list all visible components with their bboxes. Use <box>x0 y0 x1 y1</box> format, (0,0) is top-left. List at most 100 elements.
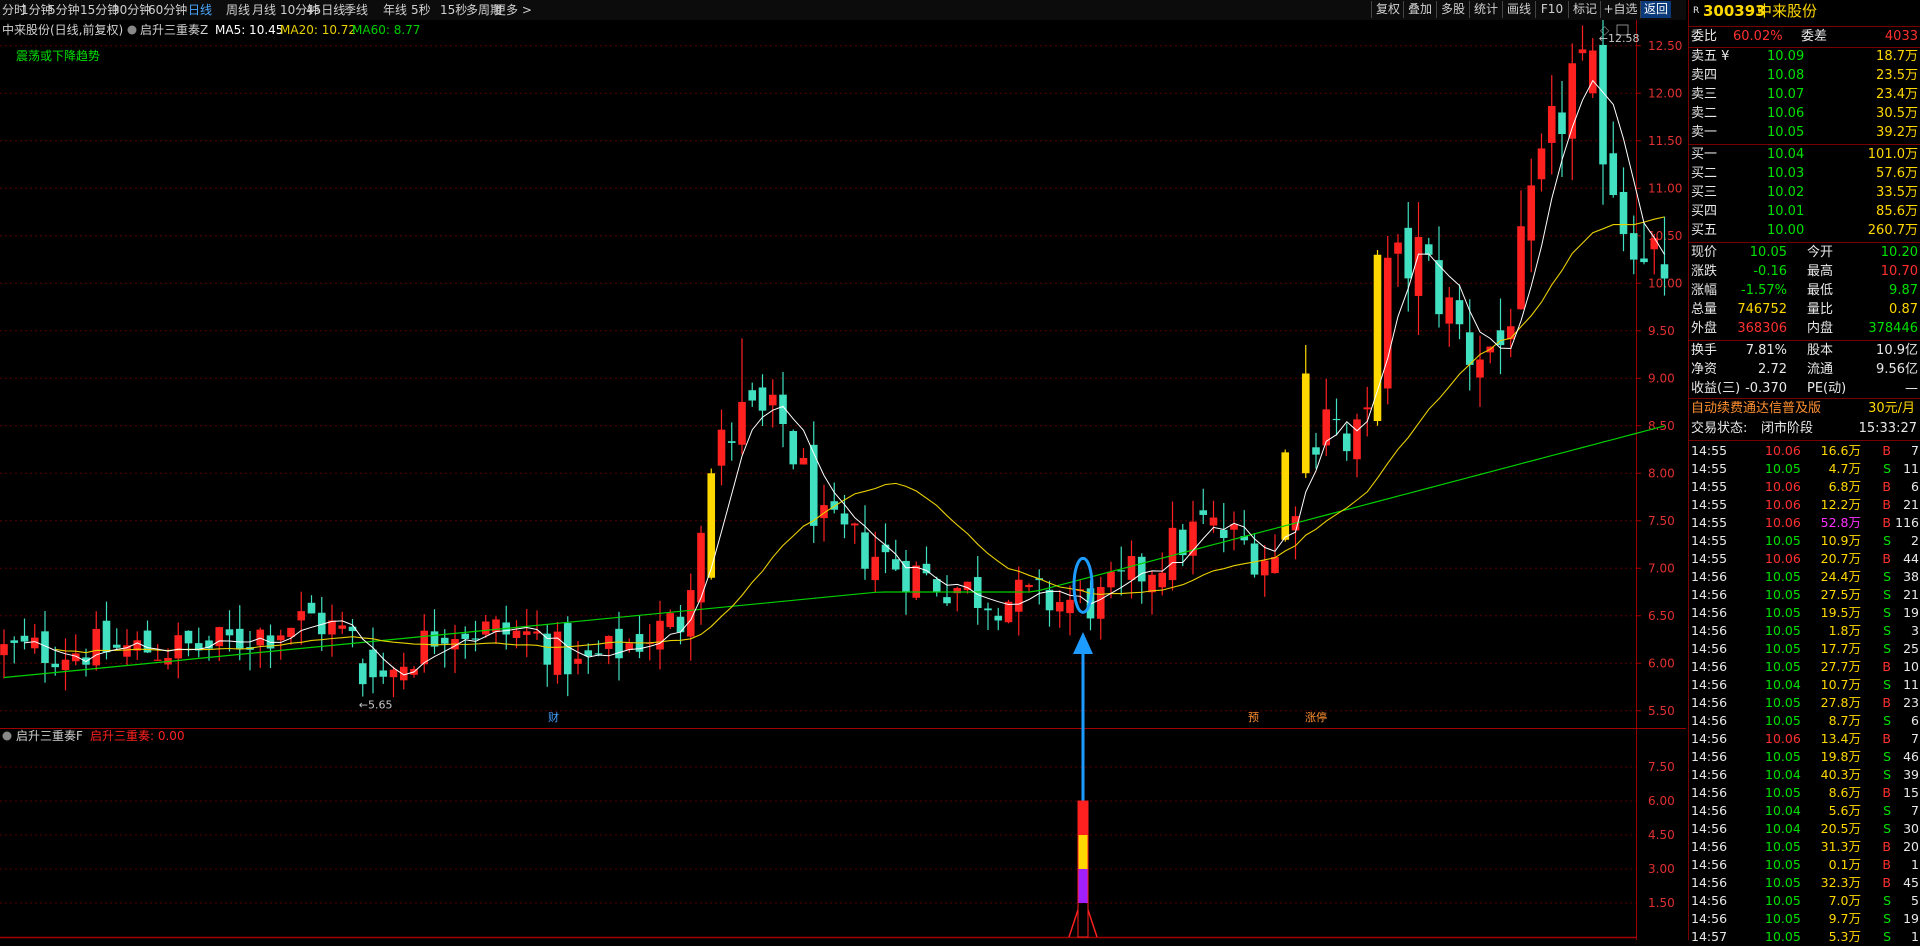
candle-body <box>1394 242 1402 254</box>
buy-level-label: 买二 <box>1691 166 1718 181</box>
price-tick-label: 8.00 <box>1648 466 1675 480</box>
tick-row: 14:55 10.06 6.8万 B 6 <box>1689 478 1920 496</box>
candle-body <box>1455 300 1464 325</box>
candle-body <box>297 611 306 621</box>
candle-body <box>738 402 746 445</box>
tick-price: 10.05 <box>1765 713 1801 728</box>
tick-direction: B <box>1882 857 1891 872</box>
candle-body <box>799 457 808 465</box>
buy-price: 10.04 <box>1767 147 1805 162</box>
weibi-label: 委比 <box>1691 29 1718 44</box>
tick-time: 14:56 <box>1691 803 1728 818</box>
tick-count: 6 <box>1911 479 1919 494</box>
candle-body <box>276 635 285 641</box>
stat-value: 9.87 <box>1889 283 1918 298</box>
candle-body <box>102 620 111 653</box>
r-icon: R <box>1693 6 1700 16</box>
tick-price: 10.04 <box>1765 767 1801 782</box>
period-tab-13[interactable]: 5秒 <box>411 2 431 18</box>
toolbar-button-7[interactable]: +自选 <box>1600 1 1640 18</box>
tick-time: 14:56 <box>1691 677 1728 692</box>
candle-body <box>1055 602 1064 612</box>
period-tab-7[interactable]: 周线 <box>226 2 250 18</box>
tick-time: 14:56 <box>1691 587 1728 602</box>
toolbar-button-3[interactable]: 统计 <box>1469 1 1502 18</box>
tick-count: 25 <box>1903 641 1919 656</box>
toolbar-button-2[interactable]: 多股 <box>1436 1 1469 18</box>
tick-volume: 20.7万 <box>1820 551 1861 566</box>
candle-body <box>92 628 101 666</box>
toolbar-button-1[interactable]: 叠加 <box>1403 1 1436 18</box>
stat-value: 10.70 <box>1880 264 1918 279</box>
tick-time: 14:57 <box>1691 929 1728 944</box>
candle-body <box>112 644 121 648</box>
price-tick-label: 5.50 <box>1648 704 1675 718</box>
stat-label: 换手 <box>1691 343 1718 358</box>
quote-stat-row: 现价 10.05 今开 10.20 <box>1689 244 1920 262</box>
tick-direction: S <box>1883 605 1891 620</box>
candle-body <box>943 597 951 604</box>
stat-value: -0.16 <box>1753 264 1787 279</box>
tick-direction: S <box>1883 587 1891 602</box>
buy-volume: 57.6万 <box>1876 166 1918 181</box>
quote-stat-row: 外盘 368306 内盘 378446 <box>1689 320 1920 338</box>
toolbar-button-5[interactable]: F10 <box>1535 1 1568 18</box>
period-tab-8[interactable]: 月线 <box>252 2 276 18</box>
candle-body <box>471 638 480 640</box>
tick-price: 10.05 <box>1765 605 1801 620</box>
quote-stat-row: 涨幅 -1.57% 最低 9.87 <box>1689 282 1920 300</box>
buy-level-label: 买五 <box>1691 223 1718 238</box>
toolbar-button-0[interactable]: 复权 <box>1371 1 1404 18</box>
tick-row: 14:56 10.05 8.6万 B 15 <box>1689 784 1920 802</box>
status-label: 交易状态: <box>1691 421 1748 436</box>
low-label: ←5.65 <box>359 699 393 712</box>
candle-body <box>440 637 449 644</box>
candle-body <box>1271 557 1279 574</box>
chart-area[interactable]: 12.50 12.00 11.50 11.00 10.50 10.00 9.50 9.00 8.… <box>0 4 1686 940</box>
tick-time: 14:56 <box>1691 821 1728 836</box>
tick-price: 10.06 <box>1765 515 1801 530</box>
tick-volume: 24.4万 <box>1820 569 1861 584</box>
toolbar-button-4[interactable]: 画线 <box>1502 1 1535 18</box>
kline-chart[interactable]: 12.5012.0011.5011.0010.5010.009.509.008.… <box>0 4 1686 940</box>
tick-count: 19 <box>1903 605 1919 620</box>
period-tab-14[interactable]: 15秒 <box>440 2 467 18</box>
period-tab-2[interactable]: 5分钟 <box>48 2 80 18</box>
tick-direction: S <box>1883 821 1891 836</box>
period-tab-10[interactable]: 45日线 <box>306 2 345 18</box>
toolbar-button-6[interactable]: 标记 <box>1568 1 1601 18</box>
candle-body <box>1373 254 1382 421</box>
tick-volume: 20.5万 <box>1820 821 1861 836</box>
candle-body <box>153 659 162 661</box>
tick-direction: S <box>1883 767 1891 782</box>
tick-count: 38 <box>1903 569 1919 584</box>
period-tab-16[interactable]: 更多 > <box>494 2 532 18</box>
tick-volume: 40.3万 <box>1820 767 1861 782</box>
price-tick-label: 12.50 <box>1648 39 1682 53</box>
period-tab-5[interactable]: 60分钟 <box>148 2 187 18</box>
stat-value: — <box>1905 381 1918 396</box>
quote-stat-row: 涨跌 -0.16 最高 10.70 <box>1689 263 1920 281</box>
candle-body <box>1558 112 1566 135</box>
buy-price: 10.02 <box>1767 185 1805 200</box>
tick-direction: S <box>1883 893 1891 908</box>
tick-price: 10.06 <box>1765 551 1801 566</box>
period-tab-11[interactable]: 季线 <box>344 2 368 18</box>
period-tab-12[interactable]: 年线 <box>383 2 407 18</box>
tick-price: 10.05 <box>1765 587 1801 602</box>
candle-body <box>881 544 890 553</box>
candle-body <box>840 513 849 525</box>
period-tab-4[interactable]: 30分钟 <box>112 2 151 18</box>
candle-body <box>1640 258 1648 263</box>
promo-row[interactable]: 自动续费通达信普及版 30元/月 <box>1689 400 1920 418</box>
tick-row: 14:56 10.05 17.7万 S 25 <box>1689 640 1920 658</box>
tick-volume: 19.8万 <box>1820 749 1861 764</box>
candle-body <box>932 579 941 592</box>
candle-body <box>994 615 1003 621</box>
tick-count: 6 <box>1911 713 1919 728</box>
toolbar-button-8[interactable]: 返回 <box>1640 1 1671 18</box>
tick-count: 10 <box>1903 659 1919 674</box>
period-tab-6[interactable]: 日线 <box>188 2 212 18</box>
tick-count: 21 <box>1903 587 1919 602</box>
quote-stat-row: 总量 746752 量比 0.87 <box>1689 301 1920 319</box>
